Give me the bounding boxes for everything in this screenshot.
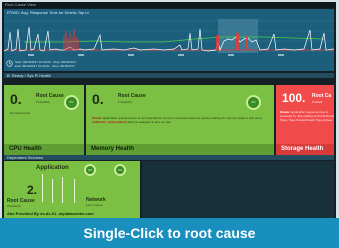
cpu-root-cause-subtitle: Probability (36, 100, 51, 104)
cpu-root-cause-value: 0. (10, 91, 22, 107)
storage-health-label: Storage Health (276, 144, 334, 155)
servers-section-header: B. Ready / Sys Pi Health (4, 73, 334, 78)
cpu-health-label: CPU Health (4, 144, 84, 155)
memory-root-cause-subtitle: Probability (118, 100, 133, 104)
storage-root-cause-subtitle: Probabi (312, 100, 323, 104)
dependent-section-header: Dependent Services (4, 155, 334, 160)
memory-health-label: Memory Health (86, 144, 274, 155)
memory-desc-suffix: with low swapped in and out rate (127, 120, 171, 124)
cpu-root-cause-title: Root Cause (36, 93, 64, 99)
ok-series (24, 36, 325, 43)
provider-credit: Abs Provided By ss-dc-01 .mydatacenter.c… (7, 211, 94, 216)
response-time-series (4, 26, 334, 52)
legend-end: End: 09/16/2017 10:40:01 - Stop: 09/16/2… (15, 64, 76, 68)
memory-desc-highlight: sufficient / underutilized (92, 120, 127, 124)
memory-gauge-icon: 0% (246, 95, 261, 110)
alert-spikes (63, 29, 79, 50)
application-card[interactable]: Application 0% 0% 2. Root Cause Probabil… (4, 161, 140, 218)
application-root-cause-subtitle: Probability (7, 204, 22, 208)
dependent-services-panel (142, 161, 334, 218)
caption-banner: Single-Click to root cause (0, 218, 339, 248)
storage-root-cause-value: 100. (282, 91, 306, 105)
response-time-graph[interactable]: RTWD: Avg. Response Time for Kinetic Tap… (4, 9, 334, 71)
memory-description: Kinetic application response time is not… (92, 116, 268, 124)
network-subtitle: performance (86, 203, 103, 207)
memory-root-cause-title: Root Cause (118, 93, 146, 99)
window-title-bar: Root Cause View (2, 2, 336, 8)
application-gauge-icon: 0% (84, 164, 96, 176)
graph-legend: Start: 09/16/2017 10:30:00 - Stop: 09/16… (15, 60, 76, 68)
dashboard-frame: Root Cause View RTWD: Avg. Response Time… (2, 2, 336, 218)
memory-health-card[interactable]: 0. Root Cause Probability 0% Kinetic app… (86, 85, 274, 155)
storage-health-card[interactable]: 100. Root Ca Probabi Kinetic application… (276, 85, 334, 155)
network-gauge-icon: 0% (114, 164, 126, 176)
application-root-cause-value: 2. (27, 183, 38, 197)
storage-root-cause-title: Root Ca (312, 93, 332, 99)
storage-description: Kinetic application response time is imp… (280, 110, 334, 122)
cpu-status-label: No issue found (10, 111, 31, 115)
memory-root-cause-value: 0. (92, 91, 104, 107)
timeline-icon (6, 60, 13, 67)
cpu-gauge-icon: 0% (64, 95, 79, 110)
cpu-health-card[interactable]: 0. Root Cause Probability No issue found… (4, 85, 84, 155)
application-title: Application (36, 165, 69, 171)
